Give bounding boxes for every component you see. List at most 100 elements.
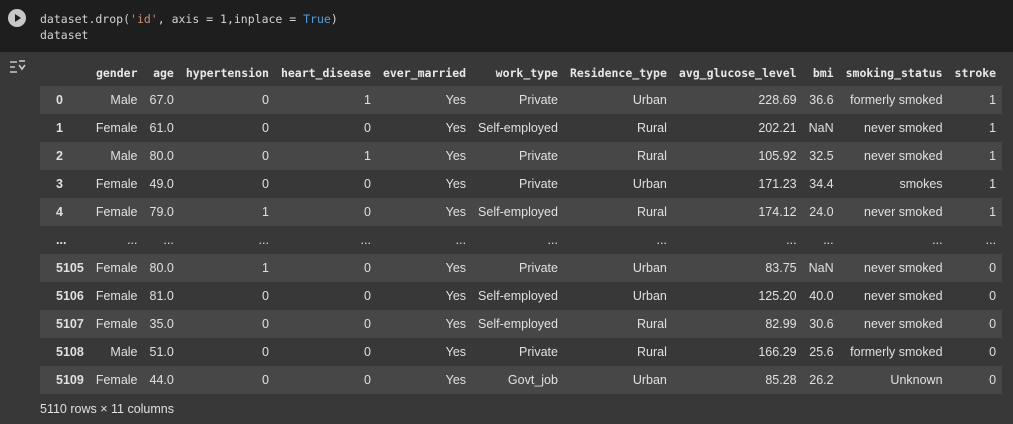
table-cell: ... <box>360 233 371 247</box>
table-cell: Male <box>110 93 138 107</box>
table-cell: Female <box>95 177 138 191</box>
table-cell: never smoked <box>864 121 943 135</box>
table-cell: Rural <box>637 121 667 135</box>
column-header: work_type <box>495 66 558 80</box>
table-cell: Yes <box>445 373 467 387</box>
table-cell: 0 <box>989 261 997 275</box>
column-header: stroke <box>954 66 997 80</box>
table-cell: Urban <box>632 373 667 387</box>
column-header: heart_disease <box>280 66 371 80</box>
table-cell: formerly smoked <box>850 345 943 359</box>
table-cell: Yes <box>445 317 467 331</box>
table-cell: 1 <box>364 149 371 163</box>
column-header: smoking_status <box>845 66 943 80</box>
row-index: 5106 <box>56 289 84 303</box>
table-cell: Yes <box>445 289 467 303</box>
code-editor[interactable]: dataset.drop('id', axis = 1,inplace = Tr… <box>40 11 338 43</box>
table-cell: Male <box>110 345 138 359</box>
table-cell: Urban <box>632 261 667 275</box>
table-cell: NaN <box>808 261 834 275</box>
table-cell: ... <box>932 233 943 247</box>
table-cell: 35.0 <box>149 317 174 331</box>
table-cell: never smoked <box>864 261 943 275</box>
row-index: 2 <box>56 149 63 163</box>
table-cell: 0 <box>261 289 269 303</box>
table-cell: 0 <box>261 93 269 107</box>
table-cell: 49.0 <box>149 177 174 191</box>
table-cell: Yes <box>445 149 467 163</box>
table-cell: 24.0 <box>809 205 834 219</box>
table-cell: 0 <box>364 177 371 191</box>
table-cell: 1 <box>989 205 997 219</box>
table-cell: Female <box>95 289 138 303</box>
table-cell: 61.0 <box>149 121 174 135</box>
table-cell: smokes <box>899 177 943 191</box>
table-cell: 83.75 <box>765 261 797 275</box>
code-line-2: dataset <box>40 28 89 42</box>
row-index: 5105 <box>56 261 84 275</box>
table-cell: Female <box>95 317 138 331</box>
table-row: 5106 Female 81.0 0 0 Yes Self-employed Urban 125… <box>40 282 1003 310</box>
table-cell: 228.69 <box>758 93 797 107</box>
code-token: , axis = 1,inplace = <box>157 12 304 26</box>
table-cell: Yes <box>445 345 467 359</box>
table-cell: ... <box>985 233 997 247</box>
table-cell: 0 <box>261 121 269 135</box>
table-cell: Self-employed <box>478 205 558 219</box>
table-cell: 0 <box>989 317 997 331</box>
table-cell: 202.21 <box>758 121 797 135</box>
table-cell: 51.0 <box>149 345 174 359</box>
table-cell: 40.0 <box>809 289 834 303</box>
table-cell: 1 <box>261 205 269 219</box>
table-cell: Male <box>110 149 138 163</box>
table-row: 5109 Female 44.0 0 0 Yes Govt_job Urban 85.28 26.… <box>40 366 1003 394</box>
row-index: 4 <box>56 205 63 219</box>
table-cell: never smoked <box>864 317 943 331</box>
table-row: .................................... <box>40 226 1003 254</box>
table-cell: 0 <box>364 205 371 219</box>
table-cell: 1 <box>989 177 997 191</box>
column-header: gender <box>95 66 138 80</box>
table-cell: ... <box>455 233 467 247</box>
table-cell: Private <box>519 345 558 359</box>
table-row: 5108 Male 51.0 0 0 Yes Private Rural 166.29 25.6 f… <box>40 338 1003 366</box>
table-cell: Private <box>519 93 558 107</box>
table-cell: Private <box>519 149 558 163</box>
table-cell: 0 <box>364 121 371 135</box>
table-cell: 1 <box>364 93 371 107</box>
table-cell: 26.2 <box>809 373 834 387</box>
table-cell: Female <box>95 205 138 219</box>
table-cell: 79.0 <box>149 205 174 219</box>
dataframe-shape: 5110 rows × 11 columns <box>40 402 174 416</box>
table-cell: 67.0 <box>149 93 174 107</box>
table-cell: formerly smoked <box>850 93 943 107</box>
table-row: 2 Male 80.0 0 1 Yes Private Rural 105.92 32.5 neve… <box>40 142 1003 170</box>
table-row: 0 Male 67.0 0 1 Yes Private Urban 228.69 36.6 form… <box>40 86 1003 114</box>
table-cell: Self-employed <box>478 121 558 135</box>
row-index: 1 <box>56 121 63 135</box>
table-cell: Yes <box>445 93 467 107</box>
column-header: hypertension <box>185 66 269 80</box>
row-index: 5109 <box>56 373 84 387</box>
table-cell: never smoked <box>864 149 943 163</box>
table-cell: 174.12 <box>758 205 797 219</box>
table-cell: 36.6 <box>809 93 834 107</box>
table-cell: Female <box>95 261 138 275</box>
output-toggle-icon[interactable] <box>8 58 30 76</box>
table-cell: 82.99 <box>765 317 797 331</box>
table-cell: Self-employed <box>478 317 558 331</box>
table-cell: Urban <box>632 93 667 107</box>
table-cell: Yes <box>445 261 467 275</box>
play-icon[interactable] <box>8 9 26 27</box>
dataframe-table: gender age hypertension heart_disease ever_m… <box>40 60 1003 394</box>
row-index: 5107 <box>56 317 84 331</box>
table-cell: ... <box>258 233 269 247</box>
column-header: bmi <box>812 66 834 80</box>
code-token: ) <box>330 12 338 26</box>
row-index: 3 <box>56 177 63 191</box>
table-cell: Female <box>95 121 138 135</box>
column-header: age <box>153 66 174 80</box>
table-cell: 1 <box>989 93 997 107</box>
table-cell: 0 <box>364 317 371 331</box>
code-cell[interactable]: dataset.drop('id', axis = 1,inplace = Tr… <box>0 0 1013 52</box>
